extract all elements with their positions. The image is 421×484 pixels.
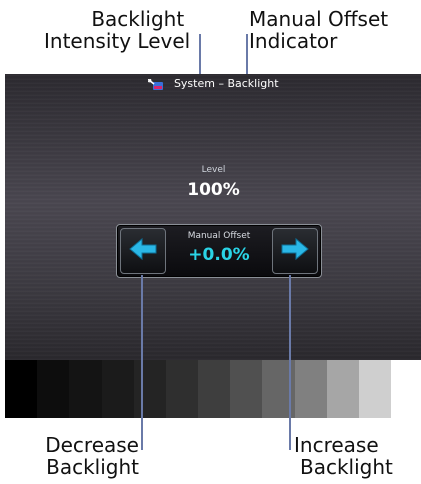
gray-swatch [37,360,70,418]
wrench-display-icon [148,78,164,90]
callout-line: Decrease [45,433,139,457]
backlight-screen: System – Backlight Level 100% Manual Off… [5,74,421,360]
gray-swatch [5,360,38,418]
callout-decrease-backlight: Decrease Backlight [44,434,139,478]
gray-swatch [101,360,134,418]
gray-swatch [294,360,327,418]
manual-offset-label: Manual Offset [187,231,251,241]
gray-swatch [358,360,392,418]
callout-line: Backlight [300,455,393,479]
page-title: System – Backlight [173,77,279,90]
callout-line: Backlight [46,455,139,479]
leader-line [141,275,143,450]
decrease-backlight-button[interactable] [120,228,166,274]
level-label: Level [201,165,226,175]
gray-swatch [198,360,231,418]
callout-increase-backlight: Increase Backlight [294,434,393,478]
callout-manual-offset-indicator: Manual Offset Indicator [249,8,388,52]
gray-swatch [69,360,102,418]
callout-line: Increase [294,433,379,457]
gray-swatch [133,360,166,418]
callout-line: Intensity Level [44,29,191,53]
callout-backlight-intensity-level: Backlight Intensity Level [44,8,190,52]
title-bar: System – Backlight [5,74,421,94]
callout-line: Backlight [91,7,185,31]
gray-swatch [326,360,359,418]
callout-line: Indicator [249,29,338,53]
manual-offset-panel: Manual Offset +0.0% [116,224,322,278]
leader-line [289,275,291,450]
increase-backlight-button[interactable] [272,228,318,274]
arrow-right-icon [280,237,310,265]
level-value: 100% [187,180,240,200]
grayscale-strip [5,360,392,418]
manual-offset-value: +0.0% [188,245,250,265]
gray-swatch [165,360,199,418]
gray-swatch [230,360,263,418]
callout-line: Manual Offset [249,7,389,31]
arrow-left-icon [128,237,158,265]
